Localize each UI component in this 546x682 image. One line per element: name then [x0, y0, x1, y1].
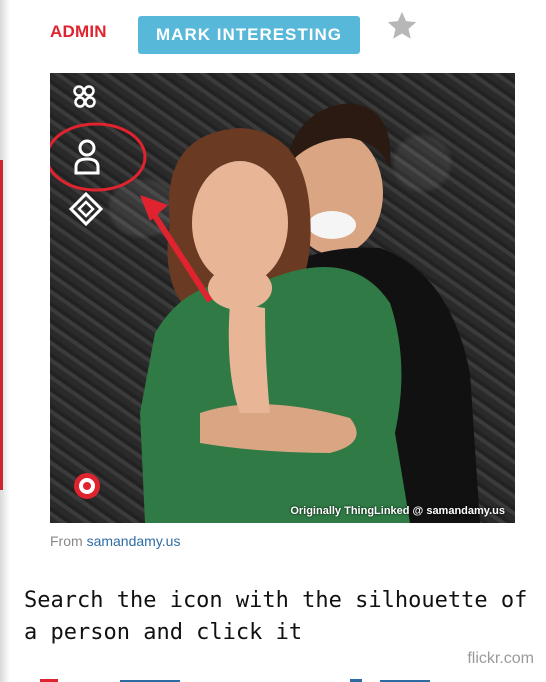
left-edge: [0, 0, 10, 682]
mark-interesting-button[interactable]: MARK INTERESTING: [138, 16, 360, 54]
thinglink-card: ADMIN MARK INTERESTING Originally ThingL…: [12, 0, 546, 682]
admin-link[interactable]: ADMIN: [50, 22, 107, 42]
source-link[interactable]: samandamy.us: [87, 533, 181, 549]
source-prefix: From: [50, 533, 83, 549]
flickr-watermark: flickr.com: [467, 650, 534, 667]
star-icon[interactable]: [385, 9, 419, 43]
source-line: From samandamy.us: [50, 533, 180, 549]
red-edge-bar: [0, 160, 3, 490]
photo[interactable]: Originally ThingLinked @ samandamy.us: [50, 73, 515, 523]
cropped-footer: [0, 672, 546, 682]
instruction-text: Search the icon with the silhouette of a…: [24, 588, 528, 645]
highlight-annotation: [50, 122, 213, 303]
photo-credit: Originally ThingLinked @ samandamy.us: [290, 505, 505, 517]
